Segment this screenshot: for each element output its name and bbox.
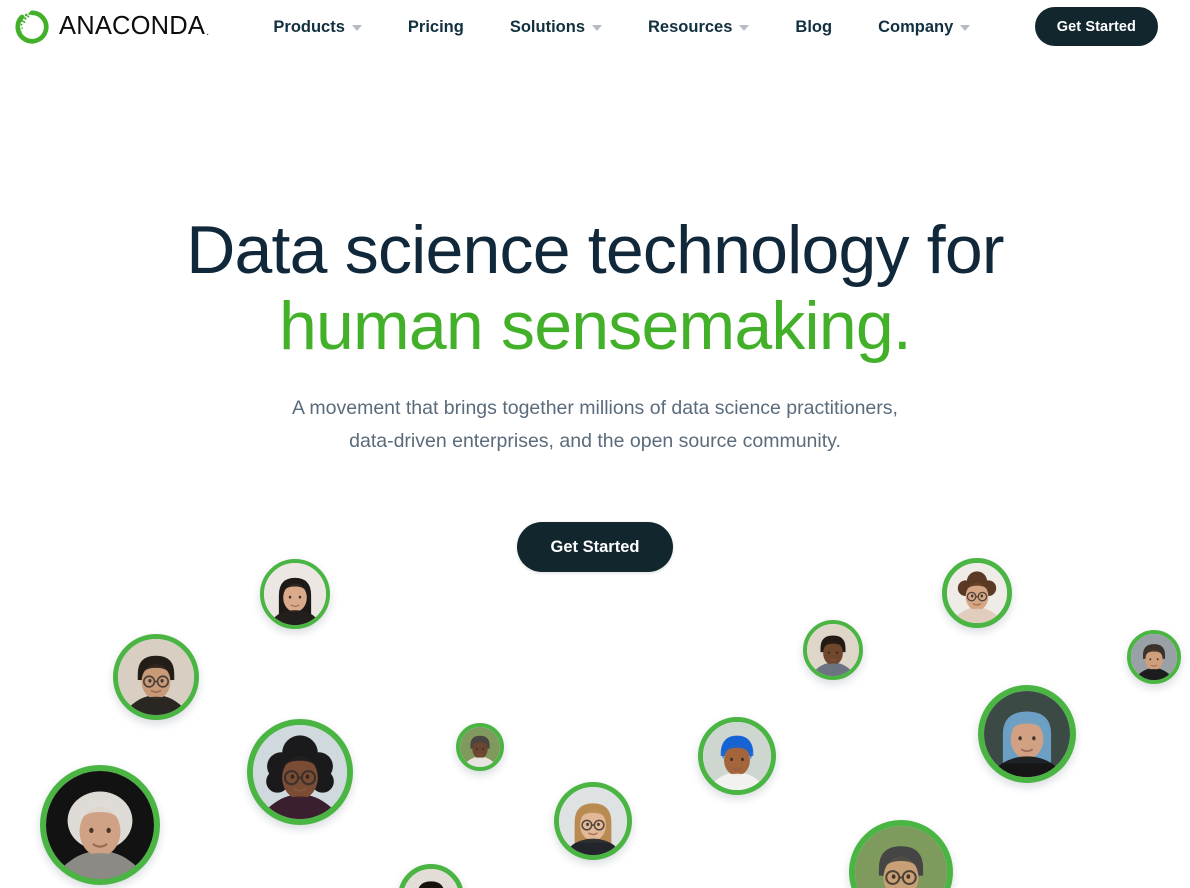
- chevron-down-icon: [960, 25, 971, 31]
- site-header: ANACONDA. Products Pricing Solutions Res…: [0, 0, 1190, 54]
- avatar-photo: [559, 787, 627, 855]
- brand-trademark: .: [206, 26, 210, 39]
- nav-item-solutions[interactable]: Solutions: [487, 13, 625, 42]
- hero-title-line-2: human sensemaking.: [279, 288, 912, 364]
- hero-cta-container: Get Started: [0, 522, 1190, 572]
- avatar-older-woman-grey-hair[interactable]: [40, 765, 160, 885]
- avatar-photo: [984, 691, 1070, 777]
- nav-item-blog[interactable]: Blog: [772, 13, 855, 42]
- avatar-woman-cut-bottom[interactable]: [398, 864, 464, 888]
- nav-item-company[interactable]: Company: [855, 13, 993, 42]
- anaconda-homepage: ANACONDA. Products Pricing Solutions Res…: [0, 0, 1190, 888]
- nav-label: Company: [878, 17, 954, 36]
- nav-item-pricing[interactable]: Pricing: [385, 13, 487, 42]
- nav-label: Products: [273, 17, 345, 36]
- brand-wordmark: ANACONDA.: [59, 12, 210, 41]
- hero-subtitle: A movement that brings together millions…: [0, 392, 1190, 458]
- nav-label: Pricing: [407, 17, 464, 36]
- avatar-photo: [855, 826, 947, 888]
- avatar-man-glasses-outdoors[interactable]: [849, 820, 953, 888]
- nav-label: Resources: [648, 17, 733, 36]
- header-get-started-button[interactable]: Get Started: [1034, 7, 1158, 46]
- nav-label: Blog: [795, 17, 833, 36]
- chevron-down-icon: [739, 25, 750, 31]
- avatar-man-smiling-beard[interactable]: [803, 620, 863, 680]
- avatar-photo: [947, 563, 1007, 623]
- hero-get-started-button[interactable]: Get Started: [516, 522, 674, 572]
- brand-logo-link[interactable]: ANACONDA.: [14, 9, 210, 45]
- avatar-woman-curly-glasses[interactable]: [247, 719, 353, 825]
- avatar-photo: [703, 722, 771, 790]
- avatar-photo: [118, 639, 194, 715]
- avatar-photo: [1131, 634, 1177, 680]
- avatar-photo: [46, 771, 154, 879]
- nav-item-resources[interactable]: Resources: [625, 13, 772, 42]
- page-title: Data science technology for human sensem…: [0, 212, 1190, 364]
- nav-label: Solutions: [509, 17, 586, 36]
- avatar-photo: [807, 624, 859, 676]
- hero-title-line-1: Data science technology for: [186, 212, 1004, 288]
- primary-navigation: Products Pricing Solutions Resources Blo…: [250, 13, 993, 42]
- avatar-photo: [264, 563, 326, 625]
- nav-item-products[interactable]: Products: [250, 13, 385, 42]
- hero-subtitle-line-1: A movement that brings together millions…: [292, 397, 898, 419]
- avatar-woman-glasses-studio[interactable]: [113, 634, 199, 720]
- anaconda-ring-logo-icon: [14, 9, 50, 45]
- avatar-photo: [403, 869, 459, 888]
- hero-subtitle-line-2: data-driven enterprises, and the open so…: [349, 430, 841, 452]
- chevron-down-icon: [351, 25, 362, 31]
- avatar-woman-outdoors-small[interactable]: [456, 723, 504, 771]
- avatar-woman-pink-glasses[interactable]: [554, 782, 632, 860]
- chevron-down-icon: [592, 25, 603, 31]
- avatar-photo: [253, 725, 347, 819]
- avatar-person-blue-hair[interactable]: [978, 685, 1076, 783]
- avatar-man-blue-turban[interactable]: [698, 717, 776, 795]
- avatar-man-short-hair-right[interactable]: [1127, 630, 1181, 684]
- avatar-photo: [460, 727, 500, 767]
